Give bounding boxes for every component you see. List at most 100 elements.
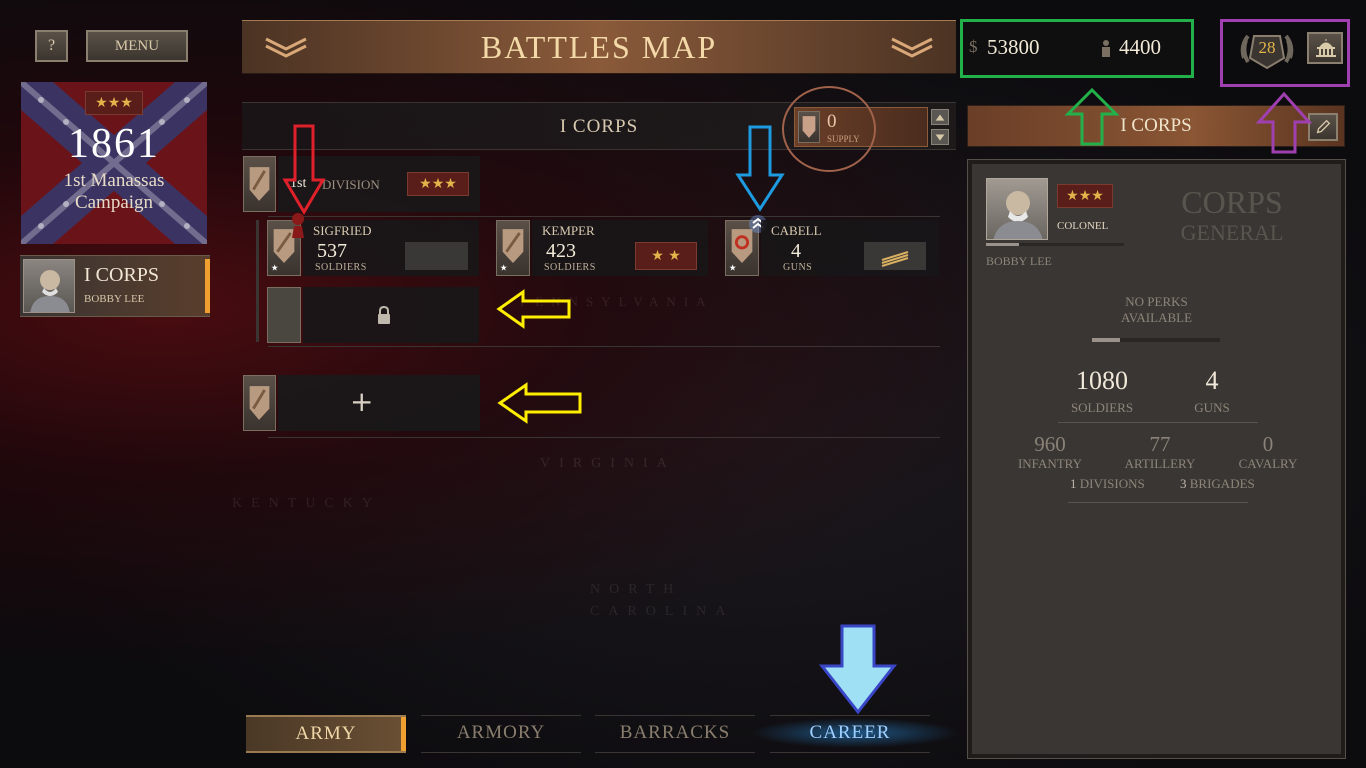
cavalry-label: CAVALRY xyxy=(1238,456,1298,471)
brigades-label: BRIGADES xyxy=(1189,476,1255,491)
yellow-arrow-add-annotation xyxy=(497,382,582,424)
supply-down-button[interactable] xyxy=(931,129,949,145)
avatar xyxy=(23,259,75,313)
career-arrow-annotation xyxy=(818,624,898,715)
rank-highlight-box xyxy=(1220,19,1350,87)
corps-card-left[interactable]: I CORPS BOBBY LEE xyxy=(20,255,210,317)
divisions-label: DIVISIONS xyxy=(1079,476,1145,491)
lock-icon xyxy=(378,305,390,324)
infantry-value: 960 xyxy=(1034,432,1066,456)
artillery-badge xyxy=(864,242,926,270)
corps-card-commander: BOBBY LEE xyxy=(84,293,145,305)
general-name: BOBBY LEE xyxy=(986,254,1052,268)
general-panel: ★★★ COLONEL CORPS GENERAL BOBBY LEE NO P… xyxy=(967,159,1346,759)
general-title-line2: GENERAL xyxy=(1180,220,1284,245)
general-rank: COLONEL xyxy=(1057,220,1109,232)
brigade-empty-badge xyxy=(405,242,468,270)
brigades-count: 3 xyxy=(1180,476,1187,491)
division-shield-icon[interactable] xyxy=(243,156,276,212)
selected-indicator xyxy=(205,259,210,313)
perks-line1: NO PERKS xyxy=(1125,294,1188,309)
brigade-stars: ★ ★ xyxy=(635,242,697,270)
campaign-name-line2: Campaign xyxy=(74,192,154,213)
artillery-value: 77 xyxy=(1149,432,1171,456)
pencil-icon xyxy=(1316,119,1331,134)
resources-highlight-box xyxy=(960,19,1194,78)
add-division-button[interactable]: + xyxy=(278,375,480,431)
division-tree-line xyxy=(256,220,259,342)
brigade-name: SIGFRIED xyxy=(313,223,372,238)
title-bar: BATTLES MAP xyxy=(242,20,956,74)
soldiers-value: 1080 xyxy=(1076,366,1128,395)
map-label-virginia: VIRGINIA xyxy=(540,456,676,471)
locked-slot xyxy=(303,287,479,343)
add-division-shield[interactable] xyxy=(243,375,276,431)
supply-highlight-ellipse xyxy=(782,86,876,172)
general-portrait xyxy=(986,178,1048,240)
brigade-name: KEMPER xyxy=(542,223,595,238)
general-xp-bar xyxy=(986,243,1124,246)
brigade-card[interactable]: CABELL 4 GUNS xyxy=(761,220,939,276)
division-label: DIVISION xyxy=(322,177,380,192)
tab-army[interactable]: ARMY xyxy=(246,715,406,753)
campaign-name-line1: 1st Manassas xyxy=(63,170,165,191)
brigade-value: 4 xyxy=(791,240,801,262)
tab-armory[interactable]: ARMORY xyxy=(421,715,581,753)
svg-text:★: ★ xyxy=(271,263,279,273)
green-arrow-annotation xyxy=(1064,87,1120,146)
map-label-kentucky: KENTUCKY xyxy=(232,496,381,511)
brigade-card[interactable]: SIGFRIED 537 SOLDIERS xyxy=(303,220,479,276)
tab-barracks[interactable]: BARRACKS xyxy=(595,715,755,753)
brigade-unit: SOLDIERS xyxy=(315,262,367,273)
brigades-summary: 3 BRIGADES xyxy=(1180,476,1255,492)
divisions-summary: 1 DIVISIONS xyxy=(1070,476,1145,492)
svg-text:★: ★ xyxy=(500,263,508,273)
stats-divider xyxy=(1058,422,1258,423)
map-label-carolina: CAROLINA xyxy=(590,604,735,619)
purple-arrow-annotation xyxy=(1255,91,1313,154)
corps-card-name: I CORPS xyxy=(84,264,160,286)
campaign-card[interactable]: ★★★ 1861 1st Manassas Campaign xyxy=(21,82,207,244)
brigade-value: 423 xyxy=(546,240,576,262)
guns-value: 4 xyxy=(1205,366,1219,395)
brigade-shield-icon[interactable]: ★ xyxy=(496,220,530,276)
division-stars: ★★★ xyxy=(407,172,469,196)
tab-army-indicator xyxy=(401,717,406,751)
brigade-value: 537 xyxy=(317,240,347,262)
add-divider xyxy=(268,437,940,438)
brigade-unit: SOLDIERS xyxy=(544,262,596,273)
tab-career[interactable]: CAREER xyxy=(770,715,930,753)
general-stars: ★★★ xyxy=(1057,184,1113,208)
cavalry-value: 0 xyxy=(1262,432,1274,456)
blue-arrow-annotation xyxy=(735,125,785,212)
summary-divider xyxy=(1068,502,1248,503)
commander-pawn-icon xyxy=(288,212,308,240)
chevron-down-right-icon[interactable] xyxy=(890,35,934,59)
supply-up-button[interactable] xyxy=(931,109,949,125)
locked-divider xyxy=(268,346,940,347)
perks-line2: AVAILABLE xyxy=(1120,310,1193,325)
campaign-year: 1861 xyxy=(68,121,160,167)
infantry-label: INFANTRY xyxy=(1017,456,1083,471)
artillery-label: ARTILLERY xyxy=(1124,456,1196,471)
divisions-count: 1 xyxy=(1070,476,1077,491)
division-divider xyxy=(268,216,940,217)
brigade-name: CABELL xyxy=(771,223,822,238)
help-button[interactable]: ? xyxy=(35,30,68,62)
yellow-arrow-locked-annotation xyxy=(496,289,571,329)
menu-button[interactable]: MENU xyxy=(86,30,188,62)
general-title-line1: CORPS xyxy=(1181,184,1283,220)
soldiers-label: SOLDIERS xyxy=(1070,400,1134,415)
red-arrow-annotation xyxy=(282,124,326,215)
svg-text:★: ★ xyxy=(729,263,737,273)
campaign-stars: ★★★ xyxy=(85,91,143,115)
locked-slot-shield xyxy=(267,287,301,343)
artillery-rank-icon xyxy=(881,251,909,267)
edit-button[interactable] xyxy=(1308,113,1338,141)
page-title: BATTLES MAP xyxy=(480,29,718,65)
brigade-card[interactable]: KEMPER 423 SOLDIERS ★ ★ xyxy=(532,220,708,276)
map-label-north: NORTH xyxy=(590,582,683,597)
perks-progress-bar xyxy=(1092,338,1220,342)
guns-label: GUNS xyxy=(1194,400,1230,415)
add-icon: + xyxy=(350,385,374,418)
